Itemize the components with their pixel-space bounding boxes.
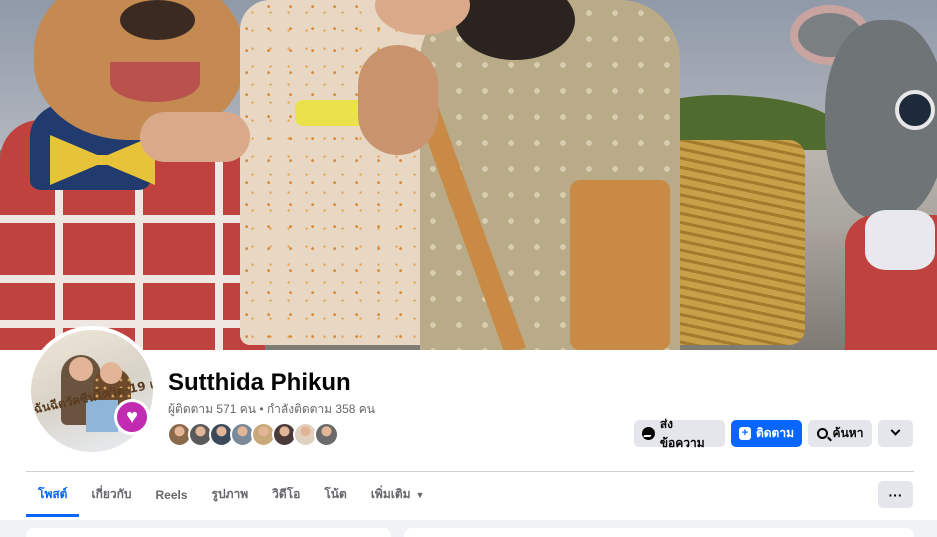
tab-reels[interactable]: Reels — [144, 472, 200, 517]
tab-posts[interactable]: โพสต์ — [26, 472, 80, 517]
posts-card — [404, 528, 914, 537]
follow-button-label: ติดตาม — [755, 426, 794, 440]
more-actions-button[interactable] — [878, 420, 913, 447]
tab-label: วิดีโอ — [272, 487, 301, 501]
friend-avatar[interactable] — [314, 422, 339, 447]
tab-more[interactable]: เพิ่มเติม ▼ — [359, 472, 437, 517]
bear-plaid-line — [0, 275, 265, 283]
rabbit-statue — [785, 0, 937, 350]
message-button-label: ส่งข้อความ — [659, 416, 705, 450]
tab-photos[interactable]: รูปภาพ — [200, 472, 261, 517]
bear-plaid-line — [0, 320, 265, 328]
profile-avatar[interactable]: ฉันฉีดวัคซีนโควิด-19 แล้ว — [27, 326, 157, 456]
tab-notes[interactable]: โน้ต — [312, 472, 358, 517]
woman-hand — [358, 45, 438, 155]
search-button-label: ค้นหา — [832, 426, 864, 440]
search-button[interactable]: ค้นหา — [808, 420, 872, 447]
heart-icon: ♥ — [114, 399, 150, 435]
friends-avatars[interactable] — [167, 422, 339, 447]
bear-nose — [120, 0, 195, 40]
caret-down-icon: ▼ — [415, 489, 425, 500]
tab-label: เพิ่มเติม — [370, 487, 411, 501]
profile-name: Sutthida Phikun — [168, 369, 351, 396]
bear-statue — [0, 0, 280, 350]
rabbit-collar — [865, 210, 935, 270]
cover-photo[interactable] — [0, 0, 937, 350]
tabs-overflow-button[interactable]: ··· — [878, 481, 913, 508]
search-icon — [816, 428, 828, 439]
profile-tabs: โพสต์ เกี่ยวกับ Reels รูปภาพ วิดีโอ โน้ต… — [26, 472, 436, 517]
avatar-face — [69, 357, 93, 381]
follower-stats[interactable]: ผู้ติดตาม 571 คน • กำลังติดตาม 358 คน — [168, 400, 375, 419]
chevron-down-icon — [890, 425, 901, 436]
tab-label: โน้ต — [324, 487, 347, 501]
profile-page: ฉันฉีดวัคซีนโควิด-19 แล้ว ♥ Sutthida Phi… — [0, 0, 937, 537]
message-button[interactable]: ส่งข้อความ — [634, 417, 725, 450]
tab-label: เกี่ยวกับ — [91, 487, 132, 501]
tab-videos[interactable]: วิดีโอ — [260, 472, 312, 517]
rabbit-eye — [895, 90, 935, 130]
handbag — [570, 180, 670, 350]
bear-plaid-line — [0, 215, 265, 223]
messenger-icon — [642, 427, 655, 440]
tab-about[interactable]: เกี่ยวกับ — [79, 472, 143, 517]
avatar-child-face — [100, 362, 122, 384]
tab-label: โพสต์ — [38, 487, 68, 501]
child-arm — [140, 112, 250, 162]
intro-card — [26, 528, 391, 537]
tab-label: รูปภาพ — [211, 487, 249, 501]
follow-button[interactable]: + ติดตาม — [731, 420, 802, 447]
bear-plaid-line — [215, 130, 223, 350]
bear-mouth — [110, 62, 200, 102]
follow-icon: + — [739, 427, 751, 440]
tab-label: Reels — [155, 487, 188, 502]
